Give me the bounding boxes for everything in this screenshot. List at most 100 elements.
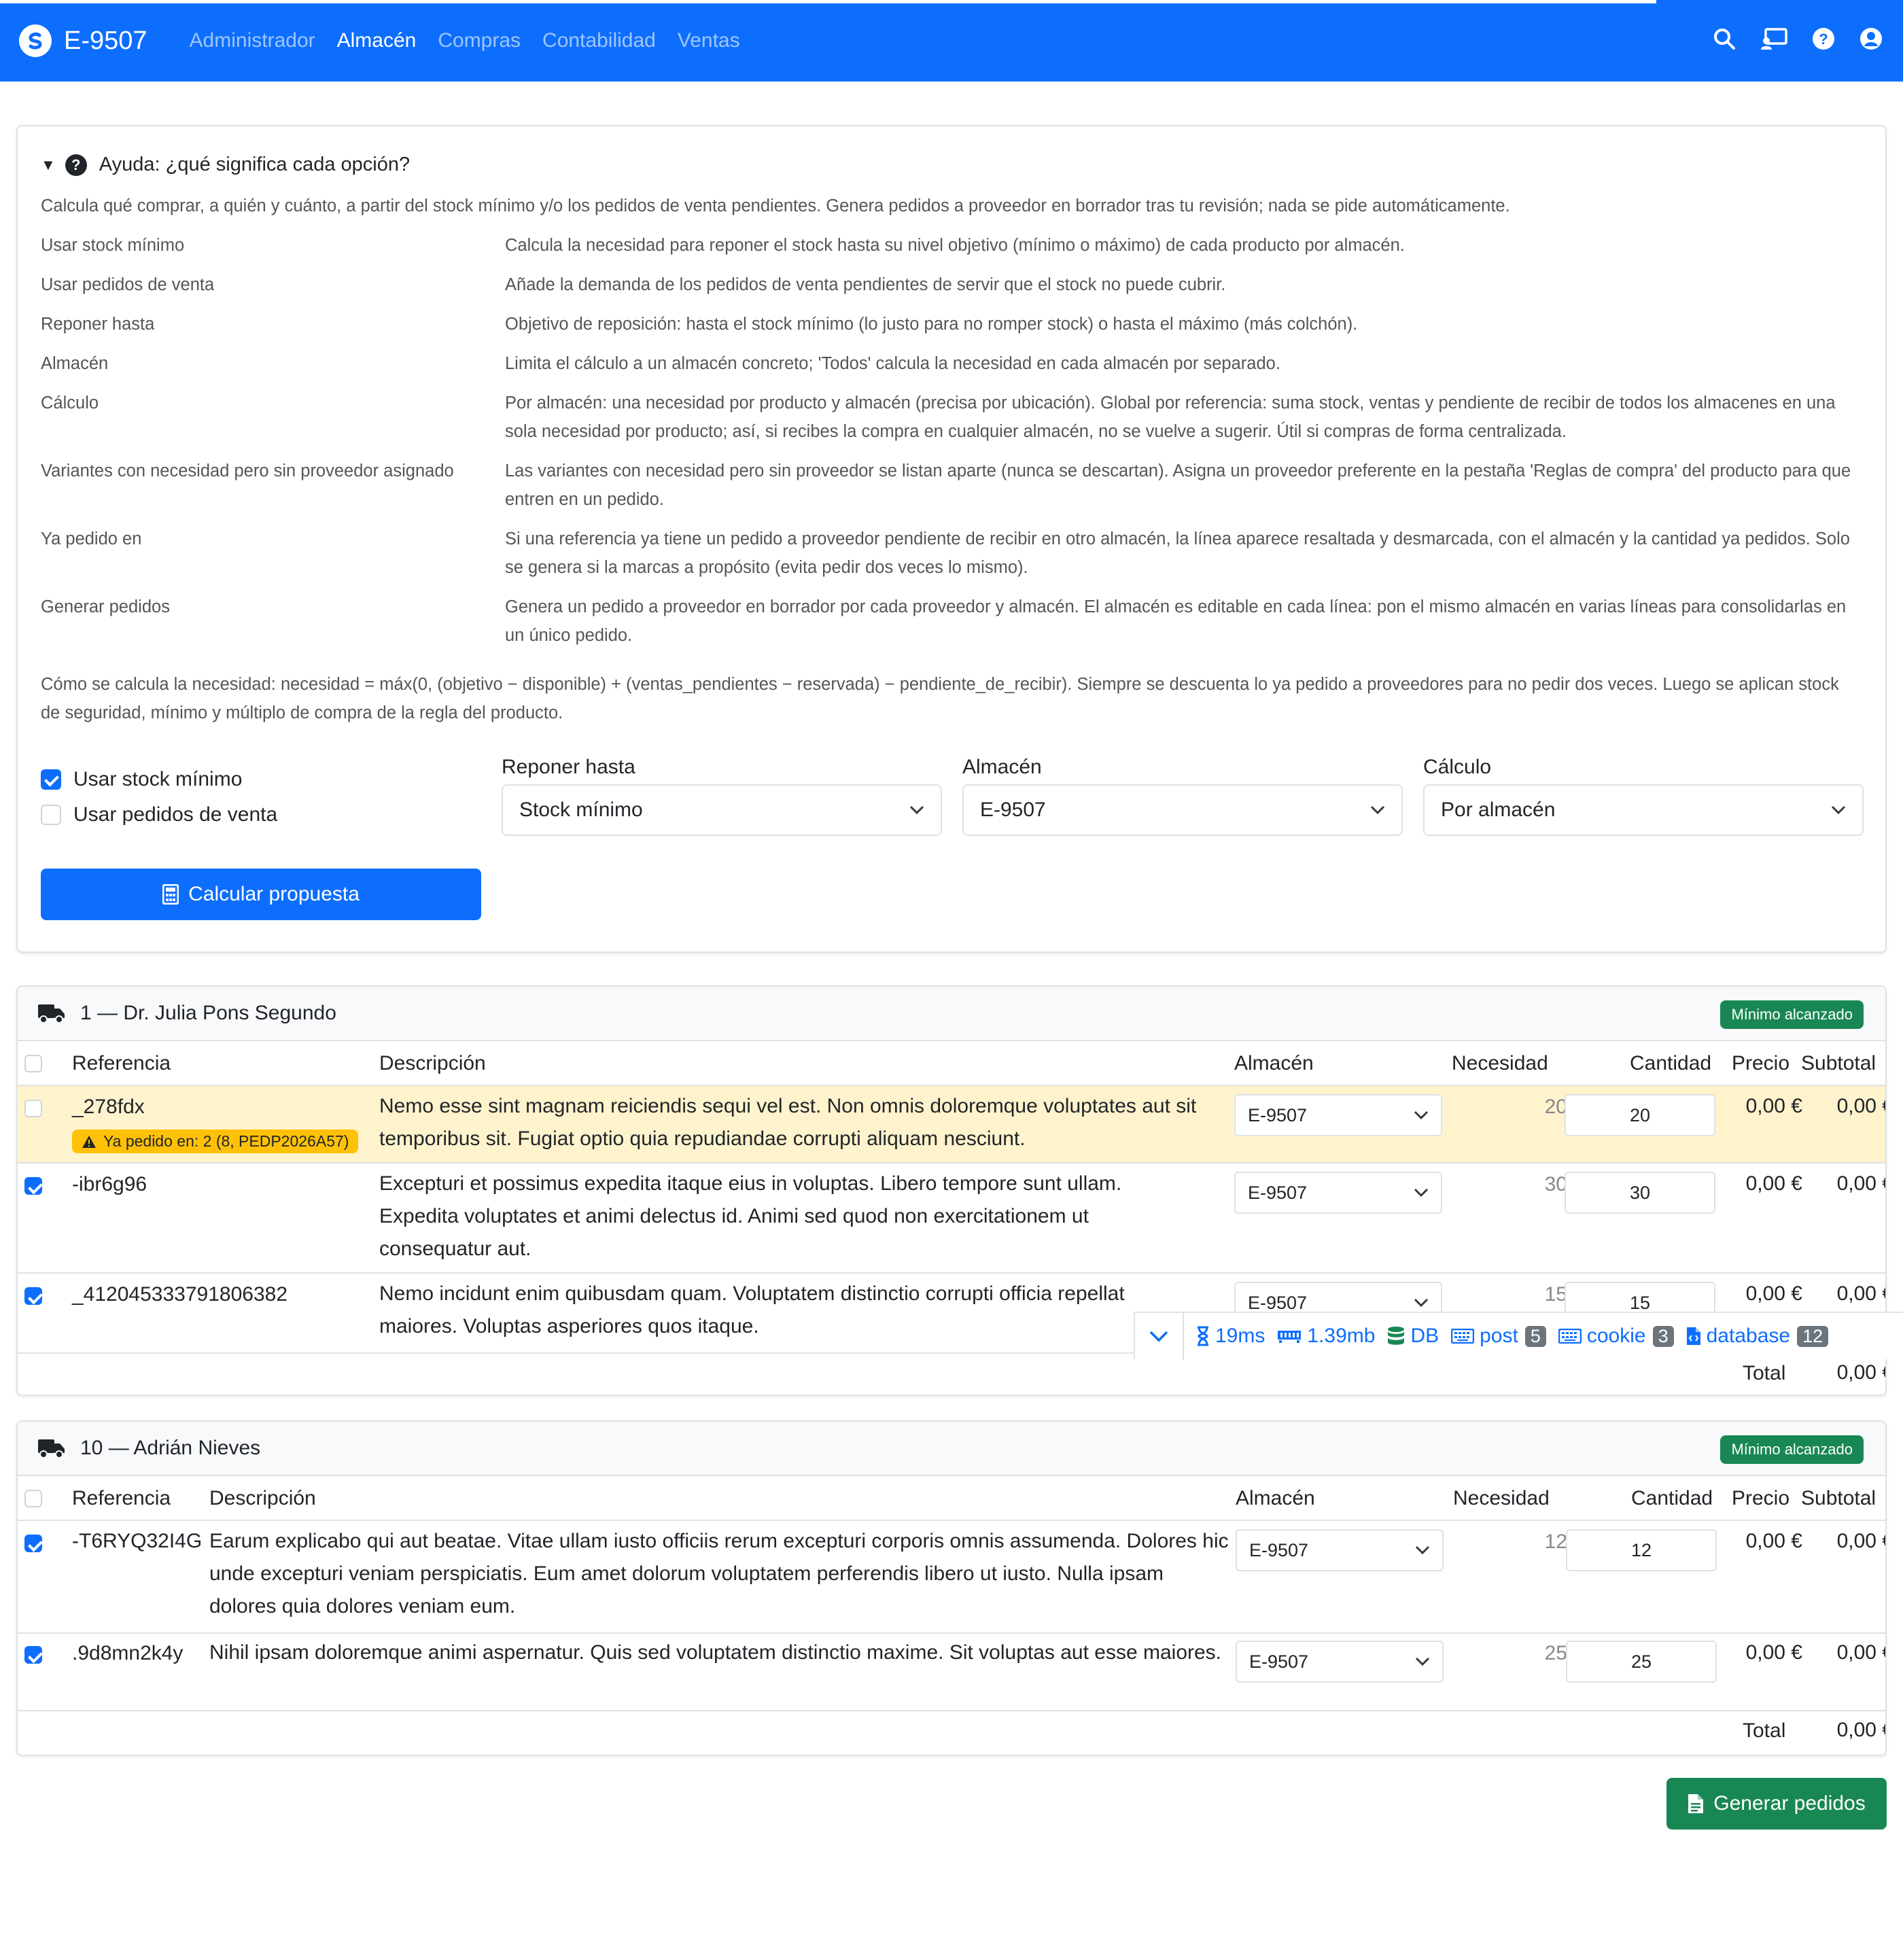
brand-name: E-9507 bbox=[64, 26, 147, 55]
use-min-stock-checkbox[interactable]: Usar stock mínimo bbox=[41, 768, 242, 791]
select-all-checkbox[interactable] bbox=[24, 1055, 42, 1072]
checkbox-checked[interactable] bbox=[41, 769, 61, 790]
help-term: Variantes con necesidad pero sin proveed… bbox=[41, 461, 454, 480]
warehouse-label: Almacén bbox=[962, 756, 1042, 778]
chevron-down-icon bbox=[1414, 1298, 1429, 1308]
line-description: Excepturi et possimus expedita itaque ei… bbox=[379, 1172, 1122, 1260]
loading-progress-line bbox=[0, 0, 1656, 3]
debugbar-database[interactable]: database 12 bbox=[1686, 1325, 1829, 1348]
line-subtotal: 0,00 € bbox=[1836, 1095, 1885, 1117]
help-term: Usar stock mínimo bbox=[41, 236, 185, 255]
desktop-user-icon[interactable] bbox=[1760, 27, 1787, 50]
column-header-price: Precio bbox=[1732, 1052, 1790, 1074]
search-icon[interactable] bbox=[1713, 27, 1736, 50]
debugbar-time-value: 19ms bbox=[1215, 1325, 1265, 1347]
column-header-need: Necesidad bbox=[1453, 1487, 1550, 1509]
line-ref: _278fdx bbox=[72, 1096, 145, 1118]
nav-item-compras[interactable]: Compras bbox=[438, 29, 521, 52]
supplier-header: 10 — Adrián Nieves Mínimo alcanzado bbox=[18, 1422, 1885, 1476]
line-need: 25 bbox=[1544, 1642, 1567, 1664]
help-summary-label: Ayuda: ¿qué significa cada opción? bbox=[99, 154, 411, 175]
line-checkbox[interactable] bbox=[24, 1177, 42, 1195]
checkbox-unchecked[interactable] bbox=[41, 805, 61, 825]
nav-item-contabilidad[interactable]: Contabilidad bbox=[542, 29, 656, 52]
supplier-total: 0,00 € bbox=[1836, 1361, 1885, 1384]
brand-logo-icon bbox=[19, 24, 52, 57]
line-checkbox[interactable] bbox=[24, 1535, 42, 1552]
line-checkbox[interactable] bbox=[24, 1287, 42, 1305]
hourglass-icon bbox=[1198, 1326, 1208, 1346]
file-code-icon bbox=[1686, 1327, 1700, 1345]
replenish-select[interactable]: Stock mínimo bbox=[502, 784, 942, 836]
line-need: 15 bbox=[1544, 1283, 1567, 1306]
debugbar-cookie[interactable]: cookie 3 bbox=[1558, 1325, 1674, 1348]
calc-select[interactable]: Por almacén bbox=[1423, 784, 1864, 836]
help-row: Generar pedidos Genera un pedido a prove… bbox=[41, 593, 1862, 650]
line-description: Nemo incidunt enim quibusdam quam. Volup… bbox=[379, 1282, 1125, 1337]
line-ref: -ibr6g96 bbox=[72, 1173, 147, 1195]
line-warehouse-select[interactable]: E-9507 bbox=[1234, 1172, 1442, 1214]
proposal-form-card: ▼ ? Ayuda: ¿qué significa cada opción? C… bbox=[16, 125, 1887, 953]
calculator-icon bbox=[162, 884, 179, 905]
supplier-total: 0,00 € bbox=[1836, 1719, 1885, 1741]
line-checkbox[interactable] bbox=[24, 1646, 42, 1664]
nav-item-almacen[interactable]: Almacén bbox=[337, 29, 417, 52]
line-qty-input[interactable]: 30 bbox=[1565, 1172, 1715, 1214]
debugbar-time[interactable]: 19ms bbox=[1196, 1325, 1265, 1348]
column-header-subtotal: Subtotal bbox=[1801, 1052, 1876, 1074]
nav-item-ventas[interactable]: Ventas bbox=[678, 29, 740, 52]
line-price: 0,00 € bbox=[1745, 1282, 1802, 1305]
debugbar-memory-value: 1.39mb bbox=[1307, 1325, 1376, 1347]
column-header-qty: Cantidad bbox=[1631, 1487, 1713, 1509]
use-min-stock-label: Usar stock mínimo bbox=[73, 768, 243, 790]
column-header-qty: Cantidad bbox=[1630, 1052, 1712, 1074]
debugbar-cookie-count: 3 bbox=[1652, 1325, 1674, 1347]
line-description: Nihil ipsam doloremque animi aspernatur.… bbox=[209, 1641, 1222, 1664]
row-divider bbox=[18, 1710, 1885, 1711]
user-circle-icon[interactable] bbox=[1860, 27, 1883, 50]
line-checkbox[interactable] bbox=[24, 1100, 42, 1117]
column-header-warehouse: Almacén bbox=[1234, 1052, 1314, 1074]
calculate-proposal-button[interactable]: Calcular propuesta bbox=[41, 869, 481, 920]
chevron-down-icon bbox=[1149, 1331, 1168, 1342]
warehouse-select[interactable]: E-9507 bbox=[962, 784, 1403, 836]
warehouse-value: E-9507 bbox=[980, 799, 1046, 821]
line-qty-input[interactable]: 20 bbox=[1565, 1094, 1715, 1136]
line-qty-input[interactable]: 25 bbox=[1566, 1641, 1717, 1683]
debugbar-db-label: DB bbox=[1410, 1325, 1439, 1347]
help-summary[interactable]: ▼ ? Ayuda: ¿qué significa cada opción? bbox=[41, 154, 410, 176]
chevron-down-icon bbox=[1415, 1657, 1430, 1666]
debugbar-db[interactable]: DB bbox=[1387, 1325, 1439, 1348]
debugbar-toggle[interactable] bbox=[1135, 1312, 1184, 1360]
generate-orders-button[interactable]: Generar pedidos bbox=[1666, 1778, 1887, 1830]
debugbar-post-label: post bbox=[1480, 1325, 1518, 1347]
debugbar-post-count: 5 bbox=[1524, 1325, 1546, 1347]
nav-item-administrador[interactable]: Administrador bbox=[190, 29, 315, 52]
svg-text:?: ? bbox=[1819, 31, 1828, 48]
debugbar-post[interactable]: post 5 bbox=[1451, 1325, 1546, 1348]
select-all-checkbox[interactable] bbox=[24, 1490, 42, 1507]
database-icon bbox=[1388, 1327, 1405, 1345]
chevron-down-icon bbox=[909, 805, 924, 815]
caret-down-icon: ▼ bbox=[41, 156, 56, 173]
line-description: Nemo esse sint magnam reiciendis sequi v… bbox=[379, 1095, 1197, 1150]
line-warehouse-select[interactable]: E-9507 bbox=[1234, 1094, 1442, 1136]
line-warehouse-select[interactable]: E-9507 bbox=[1236, 1641, 1444, 1683]
line-need: 12 bbox=[1544, 1530, 1567, 1553]
line-price: 0,00 € bbox=[1745, 1095, 1802, 1117]
line-warehouse-value: E-9507 bbox=[1248, 1104, 1308, 1125]
help-term: Usar pedidos de venta bbox=[41, 275, 215, 294]
line-price: 0,00 € bbox=[1745, 1172, 1802, 1195]
line-warehouse-select[interactable]: E-9507 bbox=[1236, 1529, 1444, 1571]
use-sales-orders-checkbox[interactable]: Usar pedidos de venta bbox=[41, 803, 277, 826]
question-circle-icon[interactable]: ? bbox=[1812, 27, 1835, 50]
row-divider bbox=[18, 1162, 1885, 1163]
help-definition: Por almacén: una necesidad por producto … bbox=[505, 393, 1836, 441]
chevron-down-icon bbox=[1414, 1188, 1429, 1197]
brand[interactable]: E-9507 bbox=[19, 24, 147, 57]
total-label: Total bbox=[1743, 1362, 1786, 1384]
debugbar-memory[interactable]: 1.39mb bbox=[1277, 1325, 1375, 1348]
help-definition: Objetivo de reposición: hasta el stock m… bbox=[505, 315, 1358, 334]
line-qty-input[interactable]: 12 bbox=[1566, 1529, 1717, 1571]
column-header-desc: Descripción bbox=[379, 1052, 486, 1074]
